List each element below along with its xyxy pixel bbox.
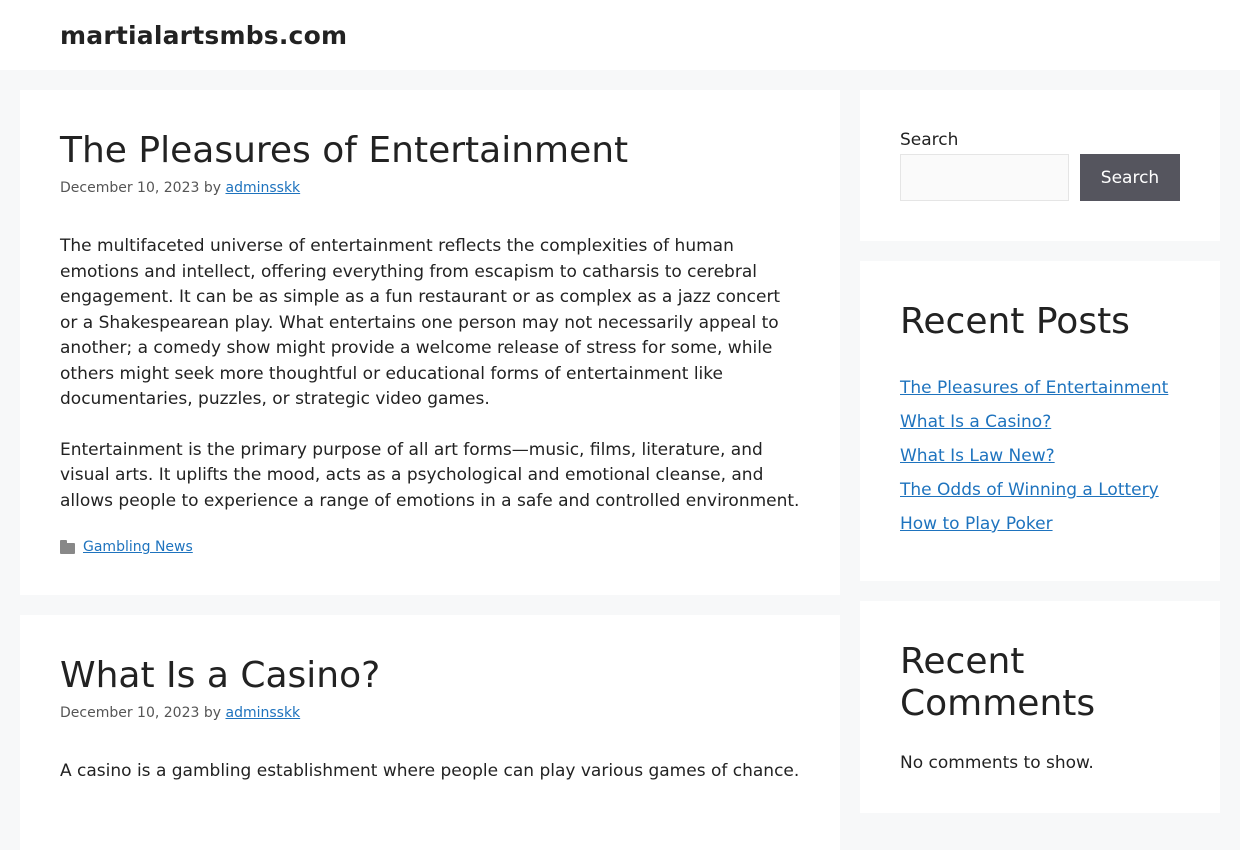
page-wrap: The Pleasures of Entertainment December …: [0, 70, 1240, 850]
post-card: The Pleasures of Entertainment December …: [20, 90, 840, 595]
search-label: Search: [900, 130, 959, 150]
post-date: December 10, 2023: [60, 180, 200, 196]
post-meta: December 10, 2023 by adminsskk: [60, 178, 800, 198]
sidebar: Search Search Recent Posts The Pleasures…: [860, 90, 1220, 850]
post-by: by: [203, 705, 222, 721]
site-title-link[interactable]: martialartsmbs.com: [60, 21, 347, 50]
recent-posts-widget: Recent Posts The Pleasures of Entertainm…: [860, 261, 1220, 581]
recent-post-link[interactable]: The Odds of Winning a Lottery: [900, 480, 1159, 500]
recent-posts-title: Recent Posts: [900, 301, 1130, 342]
post-paragraph: Entertainment is the primary purpose of …: [60, 439, 800, 511]
site-header: martialartsmbs.com: [0, 0, 1240, 70]
post-title-link[interactable]: The Pleasures of Entertainment: [60, 130, 628, 171]
search-row: Search: [900, 154, 1180, 201]
list-item: The Pleasures of Entertainment: [900, 371, 1180, 405]
recent-post-link[interactable]: How to Play Poker: [900, 514, 1053, 534]
post-author-link[interactable]: adminsskk: [225, 705, 300, 721]
list-item: How to Play Poker: [900, 507, 1180, 541]
post-footer: Gambling News: [60, 539, 800, 555]
list-item: What Is Law New?: [900, 439, 1180, 473]
list-item: What Is a Casino?: [900, 405, 1180, 439]
post-meta: December 10, 2023 by adminsskk: [60, 703, 800, 723]
search-input[interactable]: [900, 154, 1069, 201]
folder-icon: [60, 539, 75, 554]
recent-comments-widget: Recent Comments No comments to show.: [860, 601, 1220, 813]
post-paragraph: The multifaceted universe of entertainme…: [60, 236, 781, 409]
post-by: by: [203, 180, 222, 196]
search-button[interactable]: Search: [1080, 154, 1180, 201]
post-author-link[interactable]: adminsskk: [225, 180, 300, 196]
search-widget: Search Search: [860, 90, 1220, 241]
post-body: The multifaceted universe of entertainme…: [60, 234, 800, 514]
no-comments-text: No comments to show.: [900, 753, 1094, 773]
post-title: What Is a Casino?: [60, 655, 800, 697]
recent-post-link[interactable]: What Is a Casino?: [900, 412, 1051, 432]
post-body: A casino is a gambling establishment whe…: [60, 759, 800, 785]
post-paragraph: A casino is a gambling establishment whe…: [60, 761, 800, 781]
post-date: December 10, 2023: [60, 705, 200, 721]
list-item: The Odds of Winning a Lottery: [900, 473, 1180, 507]
recent-posts-list: The Pleasures of Entertainment What Is a…: [900, 371, 1180, 541]
post-card: What Is a Casino? December 10, 2023 by a…: [20, 615, 840, 850]
category-link[interactable]: Gambling News: [83, 539, 193, 555]
recent-post-link[interactable]: What Is Law New?: [900, 446, 1055, 466]
post-title: The Pleasures of Entertainment: [60, 130, 800, 172]
recent-comments-title: Recent Comments: [900, 641, 1096, 724]
recent-post-link[interactable]: The Pleasures of Entertainment: [900, 378, 1168, 398]
main-content: The Pleasures of Entertainment December …: [20, 90, 840, 850]
post-title-link[interactable]: What Is a Casino?: [60, 655, 380, 696]
